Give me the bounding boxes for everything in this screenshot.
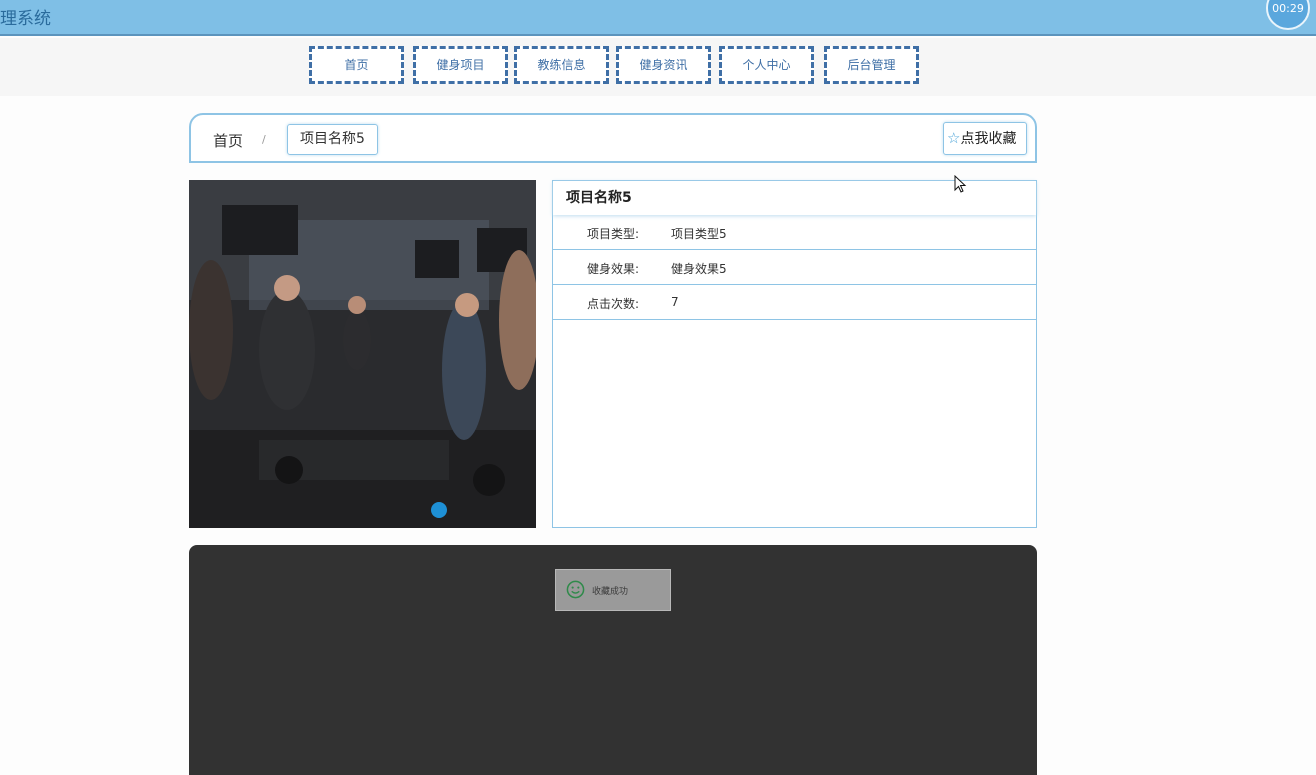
detail-value: 健身效果5 [671,262,727,276]
favorite-button-label: 点我收藏 [960,131,1017,147]
gym-photo [189,180,536,528]
detail-row-effect: 健身效果: 健身效果5 [553,250,1036,285]
detail-value: 7 [671,295,679,309]
nav-item-personal-center[interactable]: 个人中心 [719,46,814,84]
toast-text: 收藏成功 [592,587,629,597]
favorite-button[interactable]: ☆点我收藏 [943,122,1027,155]
project-detail-panel: 项目名称5 项目类型: 项目类型5 健身效果: 健身效果5 点击次数: 7 [552,180,1037,528]
detail-label: 点击次数: [587,297,640,311]
star-outline-icon: ☆ [947,129,961,147]
breadcrumb-home[interactable]: 首页 [213,130,243,151]
top-bar: 理系统 00:29 [0,0,1316,36]
project-image [189,180,536,528]
site-title: 理系统 [0,9,51,29]
detail-label: 健身效果: [587,262,640,276]
detail-value: 项目类型5 [671,227,727,241]
nav-item-admin[interactable]: 后台管理 [824,46,919,84]
mouse-cursor-icon [954,175,967,193]
toast-message: 收藏成功 [555,569,671,611]
breadcrumb: 首页 / 项目名称5 ☆点我收藏 [189,113,1037,163]
nav-item-home[interactable]: 首页 [309,46,404,84]
timer-badge: 00:29 [1266,0,1310,30]
nav-item-fitness-projects[interactable]: 健身项目 [413,46,508,84]
breadcrumb-current: 项目名称5 [287,124,378,155]
nav-item-coach-info[interactable]: 教练信息 [514,46,609,84]
detail-label: 项目类型: [587,227,640,241]
detail-row-clicks: 点击次数: 7 [553,285,1036,320]
nav-item-fitness-news[interactable]: 健身资讯 [616,46,711,84]
breadcrumb-separator: / [262,133,266,146]
smile-icon [566,580,585,599]
detail-row-type: 项目类型: 项目类型5 [553,215,1036,250]
